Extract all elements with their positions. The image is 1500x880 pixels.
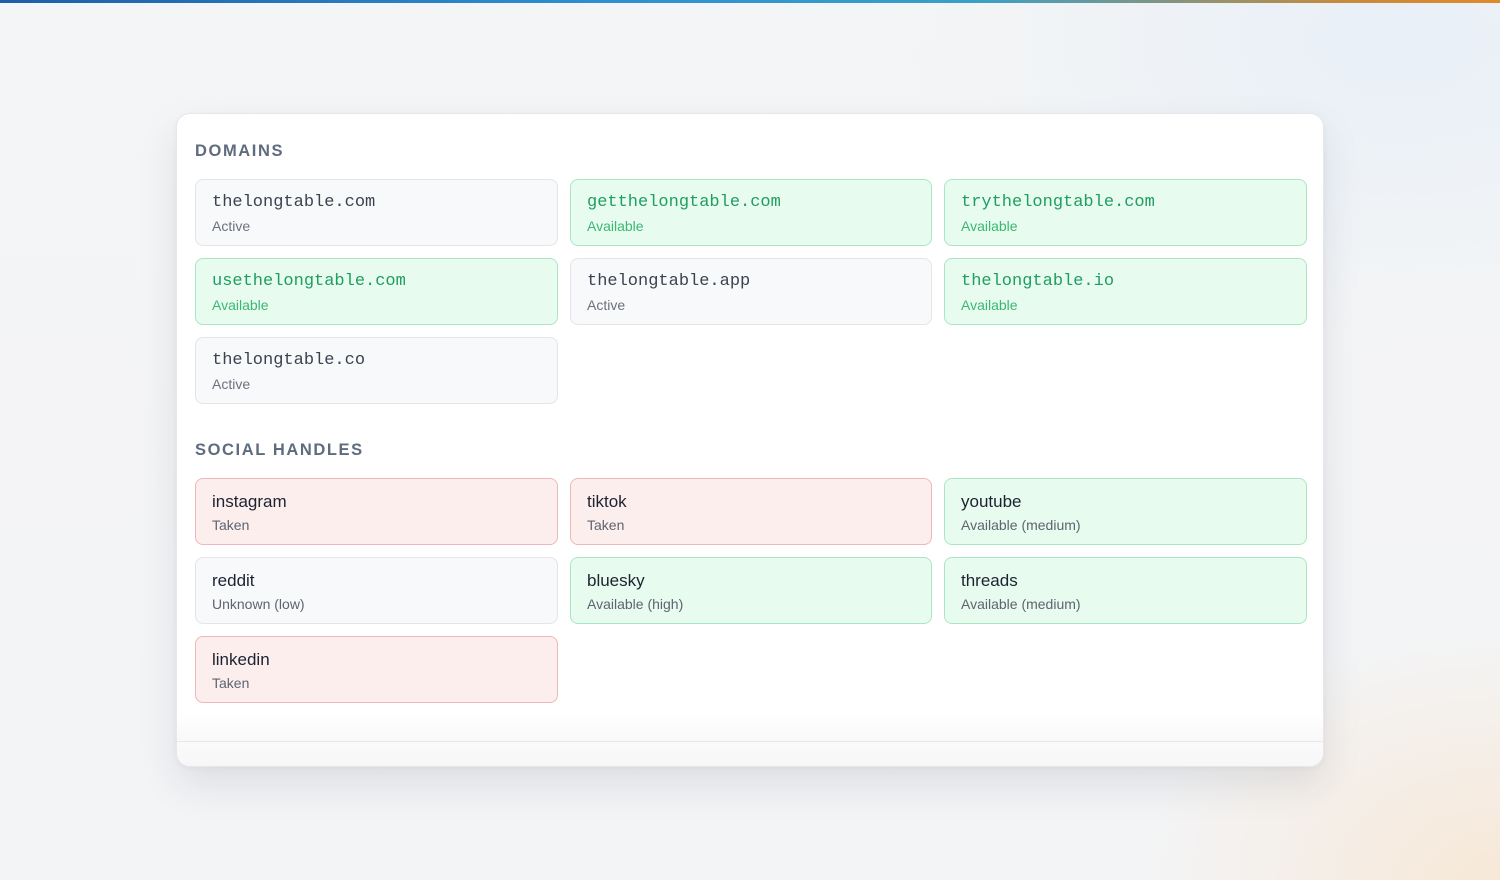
domain-tile[interactable]: thelongtable.app Active (570, 258, 932, 325)
domain-tile[interactable]: thelongtable.io Available (944, 258, 1307, 325)
domain-name: thelongtable.co (212, 351, 366, 370)
handle-tile[interactable]: bluesky Available (high) (570, 557, 932, 624)
handle-name: linkedin (212, 650, 270, 669)
handle-name: instagram (212, 492, 287, 511)
domain-name: usethelongtable.com (212, 272, 406, 291)
handle-status: Available (high) (587, 596, 684, 612)
domain-status: Active (587, 297, 626, 313)
handle-tile[interactable]: linkedin Taken (195, 636, 558, 703)
domain-tile[interactable]: thelongtable.co Active (195, 337, 558, 404)
handle-status: Taken (212, 517, 250, 533)
handle-tile[interactable]: tiktok Taken (570, 478, 932, 545)
availability-card: DOMAINS thelongtable.com Active getthelo… (176, 113, 1324, 767)
social-handles-section-title: SOCIAL HANDLES (195, 441, 364, 459)
domain-status: Available (961, 297, 1018, 313)
domains-grid: thelongtable.com Active getthelongtable.… (195, 179, 1307, 404)
domains-section-title: DOMAINS (195, 142, 285, 160)
handle-name: tiktok (587, 492, 627, 511)
handle-name: threads (961, 571, 1018, 590)
handle-status: Unknown (low) (212, 596, 305, 612)
card-bottom-fade (177, 711, 1323, 741)
handle-tile[interactable]: instagram Taken (195, 478, 558, 545)
handle-status: Taken (587, 517, 625, 533)
domain-tile[interactable]: trythelongtable.com Available (944, 179, 1307, 246)
domain-name: thelongtable.com (212, 193, 376, 212)
handle-name: bluesky (587, 571, 645, 590)
handle-status: Taken (212, 675, 250, 691)
handle-tile[interactable]: reddit Unknown (low) (195, 557, 558, 624)
domain-status: Active (212, 218, 251, 234)
domain-tile[interactable]: thelongtable.com Active (195, 179, 558, 246)
card-footer (177, 741, 1323, 766)
handle-name: reddit (212, 571, 255, 590)
top-accent-bar (0, 0, 1500, 3)
domain-name: thelongtable.io (961, 272, 1115, 291)
handle-name: youtube (961, 492, 1022, 511)
domain-tile[interactable]: usethelongtable.com Available (195, 258, 558, 325)
handle-tile[interactable]: youtube Available (medium) (944, 478, 1307, 545)
domain-tile[interactable]: getthelongtable.com Available (570, 179, 932, 246)
domain-name: trythelongtable.com (961, 193, 1155, 212)
handle-status: Available (medium) (961, 596, 1081, 612)
handle-status: Available (medium) (961, 517, 1081, 533)
domain-status: Active (212, 376, 251, 392)
social-handles-grid: instagram Taken tiktok Taken youtube Ava… (195, 478, 1307, 703)
domain-name: thelongtable.app (587, 272, 751, 291)
domain-name: getthelongtable.com (587, 193, 781, 212)
domain-status: Available (212, 297, 269, 313)
handle-tile[interactable]: threads Available (medium) (944, 557, 1307, 624)
domain-status: Available (961, 218, 1018, 234)
domain-status: Available (587, 218, 644, 234)
